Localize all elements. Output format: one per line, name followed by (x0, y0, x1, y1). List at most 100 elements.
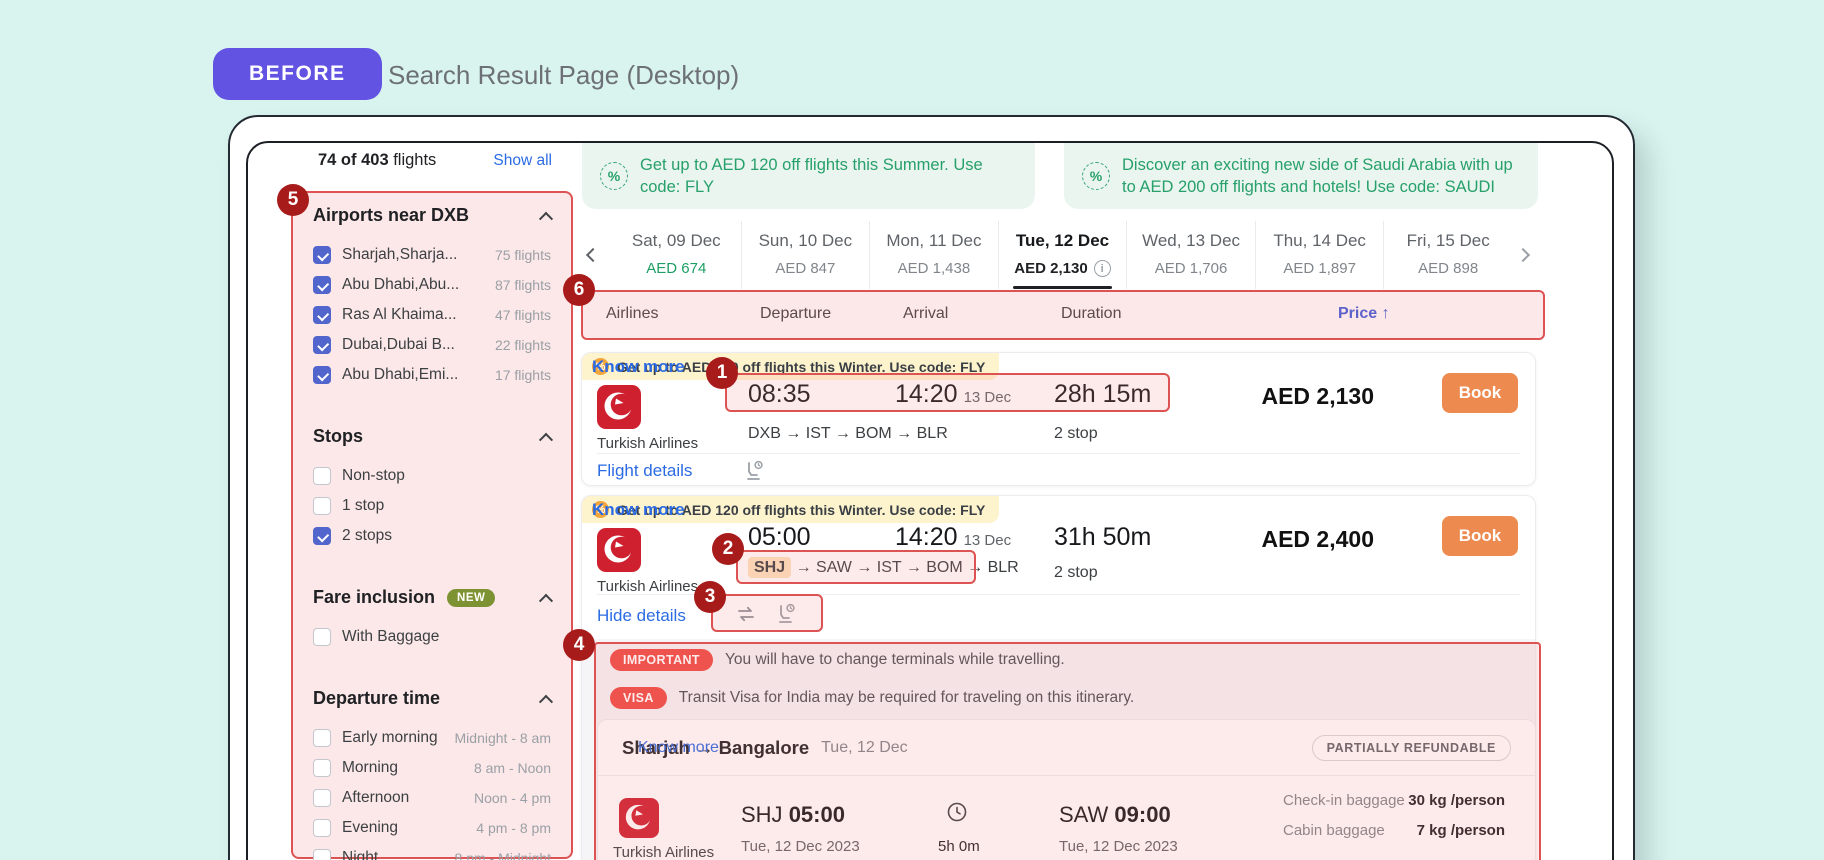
annotation-badge-1: 1 (706, 357, 738, 389)
airports-section-title: Airports near DXB (313, 205, 541, 226)
segment-departure: SHJ 05:00 (741, 802, 845, 828)
checkbox-2stops[interactable] (313, 527, 331, 545)
route: DXB → IST → BOM → BLR (748, 425, 948, 443)
col-airlines: Airlines (606, 305, 658, 323)
filter-item: Ras Al Khaima... 47 flights (313, 300, 551, 330)
col-price-sort[interactable]: Price ↑ (1338, 305, 1390, 323)
cabin-baggage: Cabin baggage 7 kg /person (1283, 822, 1505, 839)
annotation-badge-5: 5 (277, 184, 309, 216)
chevron-up-icon[interactable] (539, 593, 553, 607)
filter-item: Abu Dhabi,Abu... 87 flights (313, 270, 551, 300)
book-button[interactable]: Book (1442, 516, 1518, 556)
checkbox-1stop[interactable] (313, 497, 331, 515)
annotation-badge-2: 2 (712, 533, 744, 565)
filter-item: With Baggage (313, 622, 551, 652)
filter-item: Evening 4 pm - 8 pm (313, 813, 551, 843)
date-tab-tue-12-selected[interactable]: Tue, 12 Dec AED 2,130i (998, 221, 1127, 289)
itinerary-card: Sharjah → Bangalore Tue, 12 Dec PARTIALL… (597, 719, 1536, 860)
annotation-box-3 (711, 594, 823, 632)
col-duration: Duration (1061, 305, 1121, 323)
airline-name: Turkish Airlines (613, 844, 714, 860)
flight-price: AED 2,130 (1222, 383, 1374, 410)
filter-item: Non-stop (313, 461, 551, 491)
turkish-airlines-logo (597, 385, 641, 429)
promo-banner-saudi: % Discover an exciting new side of Saudi… (1064, 143, 1538, 209)
date-tab-thu-14[interactable]: Thu, 14 Dec AED 1,897 (1255, 221, 1384, 289)
segment-row: Turkish Airlines SHJ 05:00 Tue, 12 Dec 2… (598, 776, 1535, 860)
checkbox-airport-1[interactable] (313, 276, 331, 294)
leg-date: Tue, 12 Dec (821, 739, 1311, 757)
book-button[interactable]: Book (1442, 373, 1518, 413)
date-tab-fri-15[interactable]: Fri, 15 Dec AED 898 (1383, 221, 1512, 289)
know-more-link[interactable]: Know more (638, 739, 719, 757)
checkin-baggage: Check-in baggage 30 kg /person (1283, 792, 1505, 809)
checkbox-airport-3[interactable] (313, 336, 331, 354)
checkbox-early-morning[interactable] (313, 729, 331, 747)
filter-section-stops: Stops (313, 426, 551, 447)
clock-icon (945, 800, 969, 824)
checkbox-evening[interactable] (313, 819, 331, 837)
filter-item: Sharjah,Sharja... 75 flights (313, 240, 551, 270)
chevron-up-icon[interactable] (539, 694, 553, 708)
chevron-left-icon[interactable] (588, 247, 606, 265)
turkish-airlines-logo (619, 798, 659, 838)
duration: 31h 50m (1054, 523, 1151, 552)
checkbox-airport-0[interactable] (313, 246, 331, 264)
divider (597, 453, 1520, 454)
checkbox-airport-2[interactable] (313, 306, 331, 324)
chevron-right-icon[interactable] (1518, 247, 1536, 265)
arrival-time: 14:2013 Dec (895, 380, 1011, 409)
date-tab-wed-13[interactable]: Wed, 13 Dec AED 1,706 (1126, 221, 1255, 289)
mode-badge: BEFORE (213, 48, 382, 100)
checkbox-airport-4[interactable] (313, 366, 331, 384)
results-count: 74 of 403 flights (318, 151, 436, 170)
transfer-icon (734, 602, 758, 626)
checkbox-afternoon[interactable] (313, 789, 331, 807)
filter-section-fare: Fare inclusion NEW (313, 587, 551, 608)
visa-badge: VISA (610, 687, 667, 709)
filter-item: Morning 8 am - Noon (313, 753, 551, 783)
departure-time: 05:00 (748, 523, 811, 552)
filter-item: 1 stop (313, 491, 551, 521)
checkbox-nonstop[interactable] (313, 467, 331, 485)
fare-section-title: Fare inclusion (313, 587, 435, 608)
chevron-up-icon[interactable] (539, 211, 553, 225)
filter-section-airports: Airports near DXB (313, 205, 551, 226)
hide-details-link[interactable]: Hide details (597, 606, 686, 626)
col-departure: Departure (760, 305, 831, 323)
chevron-up-icon[interactable] (539, 432, 553, 446)
duration: 28h 15m (1054, 380, 1151, 409)
date-tab-mon-11[interactable]: Mon, 11 Dec AED 1,438 (869, 221, 998, 289)
page-title: Search Result Page (Desktop) (388, 60, 739, 91)
seat-clock-icon (774, 602, 798, 626)
checkbox-baggage[interactable] (313, 628, 331, 646)
checkbox-morning[interactable] (313, 759, 331, 777)
show-all-link[interactable]: Show all (493, 152, 552, 170)
route: SHJ → SAW → IST → BOM → BLR (748, 559, 1019, 577)
know-more-link[interactable]: Know more (592, 357, 685, 377)
itinerary-header: Sharjah → Bangalore Tue, 12 Dec PARTIALL… (598, 720, 1535, 776)
arrival-time: 14:2013 Dec (895, 523, 1011, 552)
refund-badge: PARTIALLY REFUNDABLE (1312, 735, 1511, 761)
departure-time: 08:35 (748, 380, 811, 409)
date-tab-sat-09[interactable]: Sat, 09 Dec AED 674 (612, 221, 741, 289)
info-icon[interactable]: i (1094, 260, 1111, 277)
date-tab-sun-10[interactable]: Sun, 10 Dec AED 847 (741, 221, 870, 289)
important-note: IMPORTANT You will have to change termin… (610, 649, 1065, 671)
airline-name: Turkish Airlines (597, 435, 698, 452)
seat-clock-icon (742, 459, 766, 483)
browser-frame: 74 of 403 flights Show all Airports near… (228, 115, 1635, 860)
segment-duration: 5h 0m (938, 838, 980, 855)
card-promo-strip: % Get up to AED 120 off flights this Win… (582, 353, 999, 380)
app-frame: 74 of 403 flights Show all Airports near… (246, 141, 1614, 860)
turkish-airlines-logo (597, 528, 641, 572)
flight-details-link[interactable]: Flight details (597, 461, 692, 481)
promo-banner-summer: % Get up to AED 120 off flights this Sum… (582, 143, 1035, 209)
departure-section-title: Departure time (313, 688, 541, 709)
checkbox-night[interactable] (313, 849, 331, 860)
filter-item: Dubai,Dubai B... 22 flights (313, 330, 551, 360)
know-more-link[interactable]: Know more (592, 500, 685, 520)
divider (597, 594, 1520, 595)
visa-note: VISA Transit Visa for India may be requi… (610, 687, 1134, 709)
card-promo-strip: % Get up to AED 120 off flights this Win… (582, 496, 999, 523)
